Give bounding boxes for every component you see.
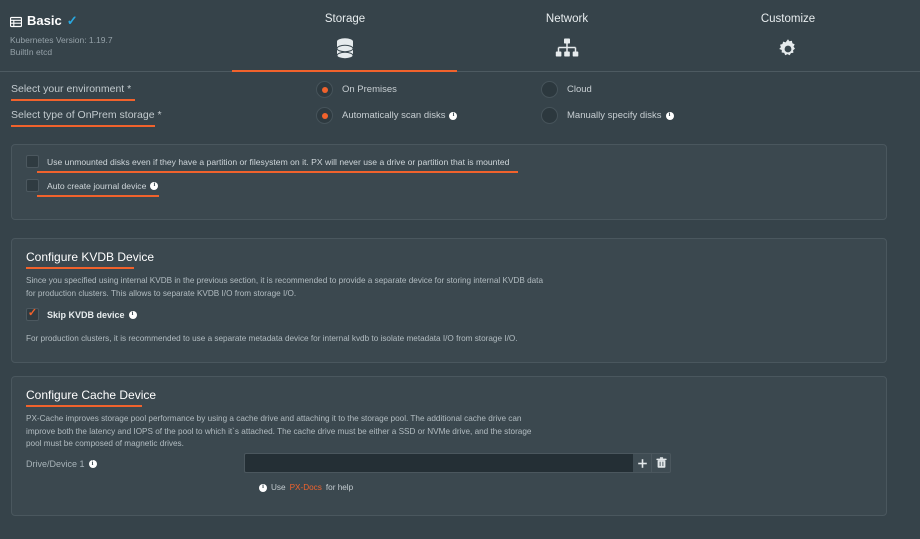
info-icon[interactable]: i [150, 181, 159, 190]
tab-network[interactable]: Network [482, 13, 652, 62]
form-row-environment: Select your environment * On Premises Cl… [0, 78, 920, 104]
radio-cloud-control[interactable] [541, 81, 558, 98]
radio-automatically-scan-disks-control[interactable] [316, 107, 333, 124]
checkbox-skip-kvdb-device-label: Skip KVDB device i [47, 310, 137, 320]
mode-badge: Basic ✓ [9, 13, 230, 28]
checkbox-use-unmounted-disks-control[interactable] [26, 155, 39, 168]
check-icon: ✓ [66, 13, 78, 28]
label-select-storage-type: Select type of OnPrem storage * [11, 109, 162, 121]
radio-on-premises[interactable]: On Premises [316, 81, 397, 98]
info-icon[interactable]: i [128, 310, 137, 319]
checkbox-skip-kvdb-device-control[interactable]: ✓ [26, 308, 39, 321]
label-select-environment: Select your environment * [11, 83, 132, 95]
panel-configure-cache-device: Configure Cache Device PX-Cache improves… [11, 376, 887, 516]
table-icon [9, 16, 23, 28]
underline-storage-type [11, 125, 155, 127]
underline-cache-title [26, 405, 142, 407]
info-icon[interactable]: i [449, 111, 458, 120]
radio-automatically-scan-disks[interactable]: Automatically scan disks i [316, 107, 458, 124]
panel-configure-kvdb-device: Configure KVDB Device Since you specifie… [11, 238, 887, 363]
underline-environment [11, 99, 135, 101]
kubernetes-version: Kubernetes Version: 1.19.7 [10, 35, 113, 45]
required-marker: * [127, 83, 132, 95]
wizard-header: Basic ✓ Kubernetes Version: 1.19.7 Built… [0, 0, 920, 72]
radio-on-premises-control[interactable] [316, 81, 333, 98]
panel-disk-options: Use unmounted disks even if they have a … [11, 144, 887, 220]
wizard-mode-summary: Basic ✓ Kubernetes Version: 1.19.7 Built… [9, 13, 230, 59]
drive-device-input-group [244, 453, 671, 473]
form-row-storage-type: Select type of OnPrem storage * Automati… [0, 104, 920, 130]
network-icon [482, 36, 652, 62]
px-docs-link[interactable]: PX-Docs [290, 483, 322, 492]
kvdb-panel-footnote: For production clusters, it is recommend… [26, 334, 518, 343]
underline-auto-create-journal-device [37, 195, 159, 197]
radio-cloud-label: Cloud [567, 84, 592, 95]
radio-automatically-scan-disks-label: Automatically scan disks i [342, 110, 458, 121]
gear-icon [703, 36, 873, 62]
radio-manually-specify-disks[interactable]: Manually specify disks i [541, 107, 674, 124]
tab-customize[interactable]: Customize [703, 13, 873, 62]
tab-customize-label: Customize [760, 13, 816, 25]
mode-label: Basic [27, 13, 62, 28]
radio-manually-specify-disks-control[interactable] [541, 107, 558, 124]
trash-icon [655, 457, 667, 468]
active-tab-indicator [232, 70, 457, 72]
px-docs-help-line: i Use PX-Docs for help [259, 483, 353, 492]
radio-on-premises-label: On Premises [342, 84, 397, 95]
checkbox-auto-create-journal-device-control[interactable] [26, 179, 39, 192]
tab-storage-label: Storage [324, 13, 366, 25]
underline-kvdb-title [26, 267, 134, 269]
header-divider [0, 71, 920, 72]
help-suffix: for help [325, 483, 354, 492]
kvdb-panel-description: Since you specified using internal KVDB … [26, 276, 543, 298]
help-prefix: Use [271, 483, 286, 492]
info-icon: i [259, 483, 267, 492]
checkbox-auto-create-journal-device-label: Auto create journal device i [47, 181, 159, 191]
checkbox-use-unmounted-disks[interactable]: Use unmounted disks even if they have a … [26, 155, 509, 168]
radio-cloud[interactable]: Cloud [541, 81, 592, 98]
plus-icon [637, 458, 647, 468]
tab-storage[interactable]: Storage [260, 13, 430, 62]
kvdb-panel-title: Configure KVDB Device [26, 250, 155, 264]
radio-manually-specify-disks-label: Manually specify disks i [567, 110, 674, 121]
drive-device-input[interactable] [244, 453, 633, 473]
environment-selection: Select your environment * On Premises Cl… [0, 78, 920, 130]
checkbox-use-unmounted-disks-label: Use unmounted disks even if they have a … [47, 156, 510, 167]
underline-use-unmounted-disks [37, 171, 518, 173]
installer-page: Basic ✓ Kubernetes Version: 1.19.7 Built… [0, 0, 920, 539]
info-icon[interactable]: i [665, 111, 674, 120]
cache-panel-description: PX-Cache improves storage pool performan… [26, 414, 532, 449]
required-marker: * [157, 109, 162, 121]
drive-device-label: Drive/Device 1 i [26, 459, 97, 469]
cluster-meta: Kubernetes Version: 1.19.7 BuiltIn etcd [10, 34, 230, 59]
checkbox-skip-kvdb-device[interactable]: ✓ Skip KVDB device i [26, 308, 137, 321]
tab-network-label: Network [545, 13, 589, 25]
delete-drive-button[interactable] [652, 453, 671, 473]
add-drive-button[interactable] [633, 453, 652, 473]
etcd-type: BuiltIn etcd [10, 47, 53, 58]
info-icon[interactable]: i [88, 460, 97, 468]
checkbox-auto-create-journal-device[interactable]: Auto create journal device i [26, 179, 159, 192]
database-icon [260, 36, 430, 62]
cache-panel-title: Configure Cache Device [26, 388, 157, 402]
